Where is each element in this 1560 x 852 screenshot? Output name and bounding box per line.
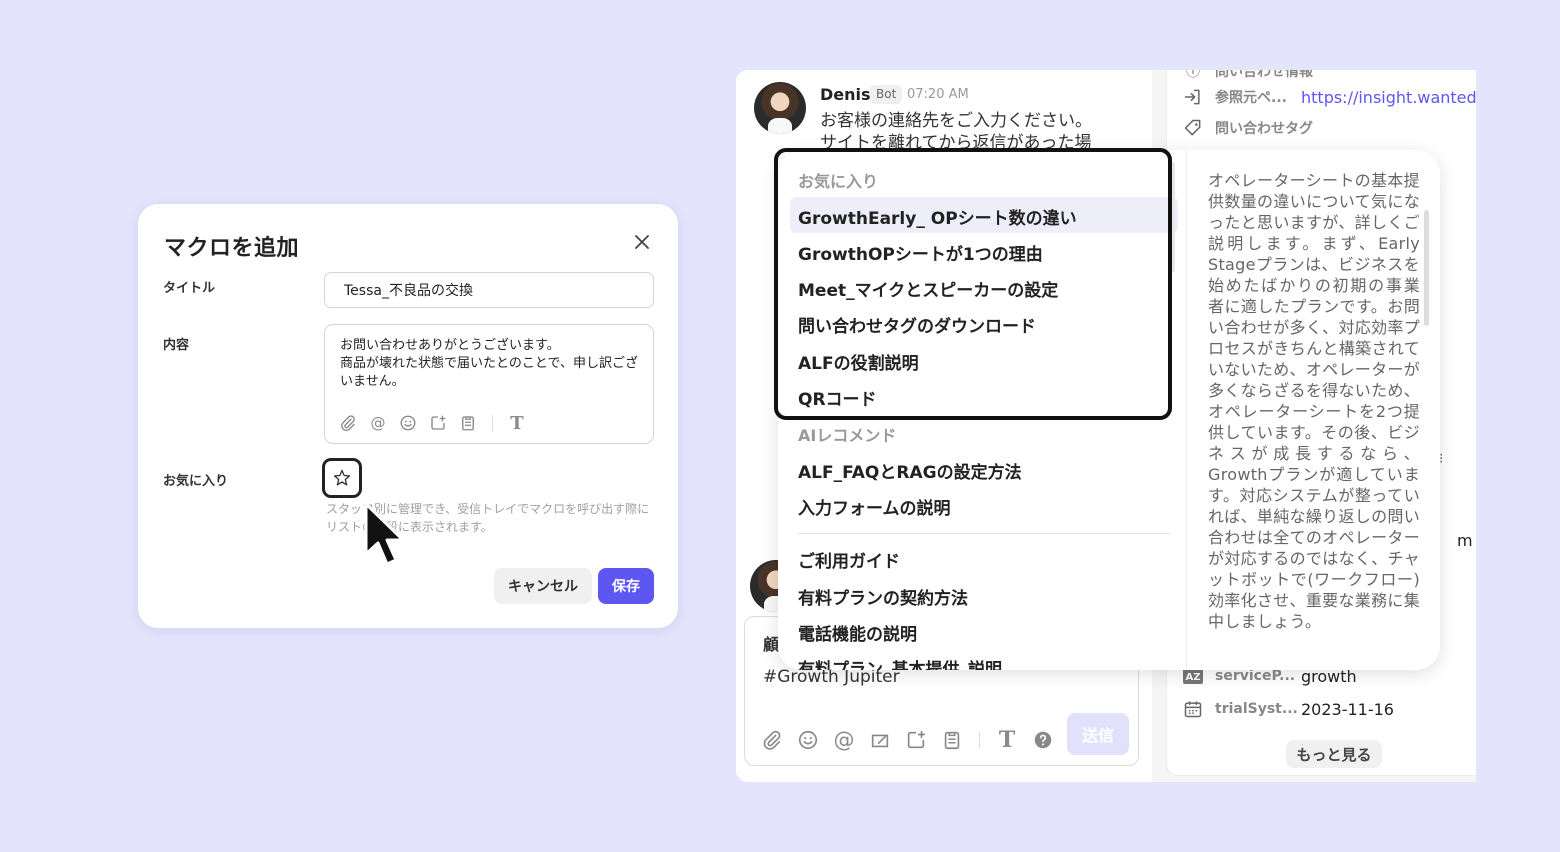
- macro-list: お気に入り GrowthEarly_ OPシート数の違い GrowthOPシート…: [778, 150, 1178, 670]
- favorite-label: お気に入り: [163, 474, 229, 489]
- clipboard-icon[interactable]: [458, 413, 478, 433]
- content-text[interactable]: お問い合わせありがとうございます。 商品が壊れた状態で届いたとのことで、申し訳ご…: [340, 337, 645, 391]
- emoji-icon[interactable]: [398, 413, 418, 433]
- sender-name: Denis: [820, 85, 871, 104]
- referrer-label: 参照元ペ...: [1215, 90, 1287, 106]
- macro-item[interactable]: GrowthEarly_ OPシート数の違い: [798, 204, 1077, 229]
- content-label: 内容: [163, 338, 190, 353]
- macro-item[interactable]: 有料プラン_基本提供_説明: [798, 655, 1002, 670]
- info-header: 問い合わせ情報: [1215, 70, 1313, 80]
- sidebar-cut-text: m: [1457, 531, 1473, 550]
- paperclip-icon[interactable]: [338, 413, 358, 433]
- content-editor[interactable]: お問い合わせありがとうございます。 商品が壊れた状態で届いたとのことで、申し訳ご…: [324, 324, 654, 444]
- macro-item[interactable]: Meet_マイクとスピーカーの設定: [798, 276, 1058, 301]
- composer-toolbar: @ T: [759, 727, 1056, 753]
- edit-note-icon[interactable]: [867, 727, 893, 753]
- toolbar-divider: [979, 732, 980, 748]
- add-image-icon[interactable]: [903, 727, 929, 753]
- list-scrollbar[interactable]: [1171, 162, 1175, 272]
- service-label: serviceP...: [1215, 668, 1296, 684]
- add-image-icon[interactable]: [428, 413, 448, 433]
- avatar: [754, 82, 806, 134]
- title-input[interactable]: [324, 272, 654, 308]
- macro-item[interactable]: 問い合わせタグのダウンロード: [798, 312, 1036, 337]
- trial-row: trialSyst... 2023-11-16: [1183, 699, 1394, 719]
- macro-preview-text: オペレーターシートの基本提供数量の違いについて気になったと思いますが、詳しくご説…: [1208, 171, 1420, 631]
- macro-item[interactable]: GrowthOPシートが1つの理由: [798, 240, 1043, 265]
- info-icon: ⓘ: [1186, 70, 1200, 80]
- favorites-header: お気に入り: [798, 172, 879, 191]
- toolbar-divider: [492, 415, 493, 431]
- macro-dropdown: お気に入り GrowthEarly_ OPシート数の違い GrowthOPシート…: [778, 150, 1440, 670]
- macro-item[interactable]: 有料プランの契約方法: [798, 584, 968, 609]
- tags-label: 問い合わせタグ: [1215, 121, 1313, 137]
- message-time: 07:20 AM: [907, 87, 969, 102]
- message-text: お客様の連絡先をご入力ください。 サイトを離れてから返信があった場: [820, 111, 1092, 153]
- mouse-cursor-icon: [364, 502, 405, 566]
- add-macro-modal: マクロを追加 タイトル 内容 お問い合わせありがとうございます。 商品が壊れた状…: [138, 204, 678, 628]
- info-header-row: ⓘ 問い合わせ情報: [1183, 70, 1313, 81]
- star-icon: [333, 469, 351, 486]
- svg-text:AZ: AZ: [1186, 672, 1201, 683]
- preview-divider: [1186, 150, 1187, 670]
- cancel-button[interactable]: キャンセル: [494, 568, 592, 604]
- send-button[interactable]: 送信: [1067, 713, 1129, 755]
- text-format-icon[interactable]: T: [994, 727, 1020, 753]
- help-icon[interactable]: [1030, 727, 1056, 753]
- macro-item[interactable]: 入力フォームの説明: [798, 494, 951, 519]
- save-button[interactable]: 保存: [598, 568, 654, 604]
- favorite-star-button[interactable]: [322, 458, 362, 498]
- macro-item[interactable]: ご利用ガイド: [798, 547, 900, 572]
- macro-item[interactable]: ALF_FAQとRAGの設定方法: [798, 458, 1022, 483]
- close-icon[interactable]: [630, 230, 654, 254]
- referrer-row: 参照元ペ... https://insight.wanted: [1183, 85, 1476, 109]
- tags-row: 問い合わせタグ: [1183, 118, 1313, 138]
- calendar-icon: [1183, 699, 1203, 719]
- show-more-button[interactable]: もっと見る: [1286, 740, 1382, 768]
- ai-recommend-header: AIレコメンド: [798, 426, 897, 445]
- section-divider: [798, 533, 1170, 534]
- content-toolbar: @ T: [338, 413, 527, 434]
- preview-scrollbar[interactable]: [1424, 210, 1429, 326]
- mention-icon[interactable]: @: [831, 727, 857, 753]
- macro-item[interactable]: ALFの役割説明: [798, 349, 919, 374]
- emoji-icon[interactable]: [795, 727, 821, 753]
- mention-icon[interactable]: @: [368, 413, 388, 433]
- clipboard-icon[interactable]: [939, 727, 965, 753]
- text-format-icon[interactable]: T: [507, 413, 527, 434]
- tag-icon: [1183, 118, 1203, 138]
- modal-title: マクロを追加: [164, 236, 300, 261]
- referrer-link[interactable]: https://insight.wanted: [1301, 88, 1476, 107]
- composer-partial-text: 顧: [763, 635, 780, 654]
- trial-label: trialSyst...: [1215, 701, 1298, 717]
- paperclip-icon[interactable]: [759, 727, 785, 753]
- bot-badge: Bot: [870, 85, 903, 104]
- title-label: タイトル: [163, 281, 216, 296]
- login-arrow-icon: [1183, 87, 1203, 107]
- composer-text[interactable]: #Growth Jupiter: [763, 667, 900, 687]
- trial-value: 2023-11-16: [1301, 699, 1394, 719]
- macro-item[interactable]: 電話機能の説明: [798, 620, 917, 645]
- macro-item[interactable]: QRコード: [798, 385, 877, 410]
